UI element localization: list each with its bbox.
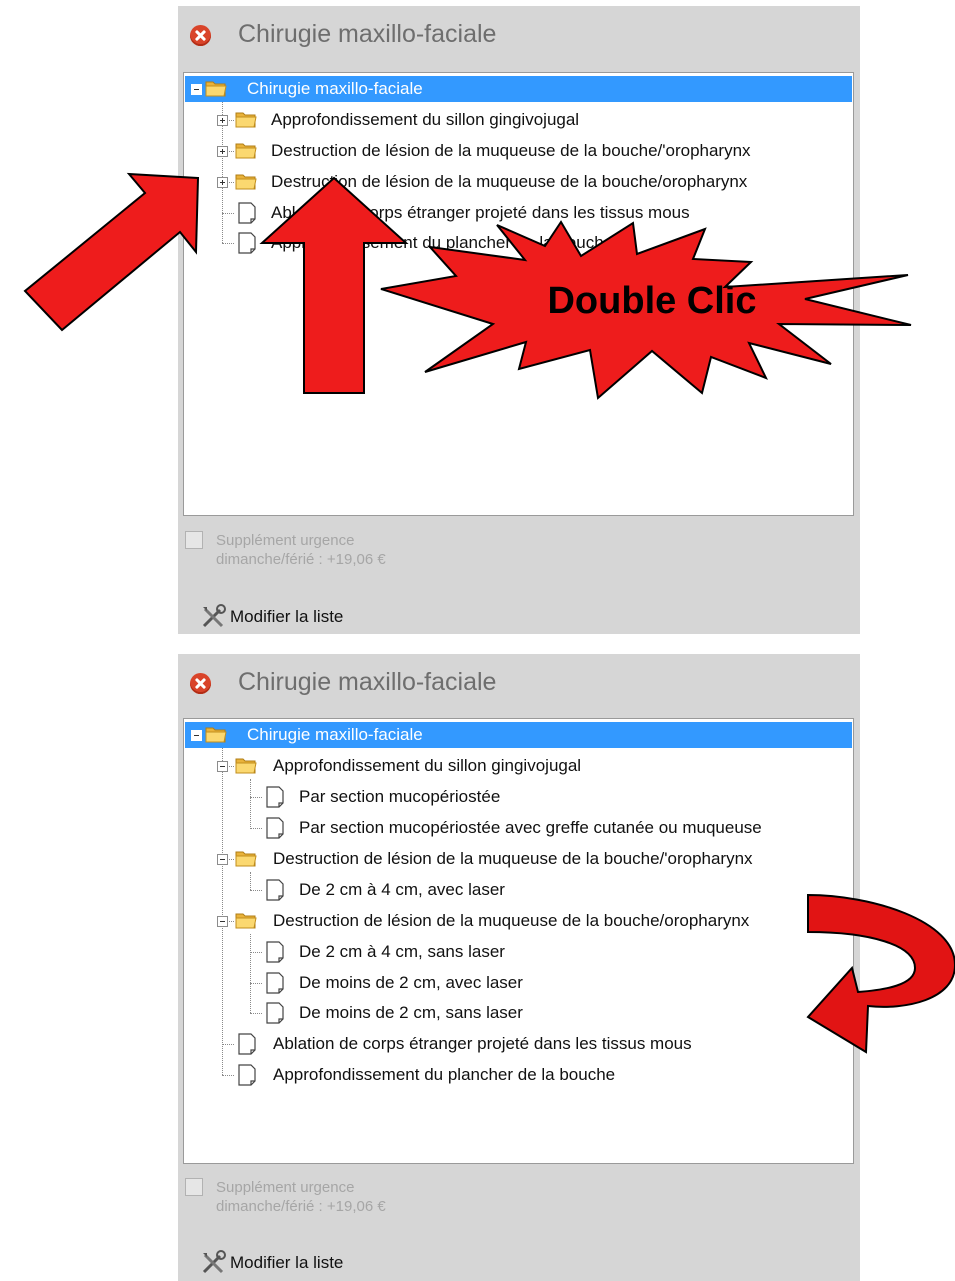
tree-leaf-row[interactable]: De moins de 2 cm, sans laser [185,1000,852,1026]
window-title: Chirugie maxillo-faciale [238,20,497,48]
urgence-line2: dimanche/férié : +19,06 € [216,551,386,568]
tree-root-label: Chirugie maxillo-faciale [247,725,423,744]
tree-leaf-row[interactable]: Ablation de corps étranger projeté dans … [185,1031,852,1057]
document-icon [237,202,257,224]
window-title: Chirugie maxillo-faciale [238,668,497,696]
tools-icon [200,604,228,630]
tree-root-label: Chirugie maxillo-faciale [247,79,423,98]
tree-leaf-row[interactable]: Par section mucopériostée avec greffe cu… [185,815,852,841]
document-icon [237,1033,257,1055]
document-icon [265,817,285,839]
document-icon [265,941,285,963]
collapse-icon[interactable] [217,916,228,927]
urgence-line1: Supplément urgence [216,532,355,549]
folder-open-icon [205,79,227,97]
title-bar: Chirugie maxillo-faciale [178,6,860,66]
tree-folder-row[interactable]: Destruction de lésion de la muqueuse de … [185,846,852,872]
tree-leaf-label: De moins de 2 cm, avec laser [299,973,523,992]
folder-open-icon [235,849,257,867]
expand-icon[interactable] [217,177,228,188]
tree-folder-row[interactable]: Approfondissement du sillon gingivojugal [185,753,852,779]
tree-leaf-row[interactable]: Approfondissement du plancher de la bouc… [185,1062,852,1088]
folder-icon [235,172,257,190]
tree-leaf-row[interactable]: Par section mucopériostée [185,784,852,810]
tree-folder-label: Destruction de lésion de la muqueuse de … [273,849,753,868]
tree-folder-row[interactable]: Approfondissement du sillon gingivojugal [185,107,852,133]
tree-folder-row[interactable]: Destruction de lésion de la muqueuse de … [185,908,852,934]
folder-open-icon [235,911,257,929]
diagonal-red-arrow-icon [23,172,200,332]
collapse-icon[interactable] [217,854,228,865]
document-icon [237,232,257,254]
callout-text: Double Clic [547,280,756,322]
title-bar: Chirugie maxillo-faciale [178,654,860,714]
tree-folder-row[interactable]: Destruction de lésion de la muqueuse de … [185,169,852,195]
folder-icon [235,110,257,128]
tree-leaf-label: Approfondissement du plancher de la bouc… [273,1065,616,1084]
urgence-checkbox[interactable] [185,1178,203,1196]
expand-icon[interactable] [217,115,228,126]
document-icon [265,972,285,994]
tree-leaf-row[interactable]: De 2 cm à 4 cm, sans laser [185,939,852,965]
tree-leaf-label: Par section mucopériostée [299,787,501,806]
tree-leaf-row[interactable]: De 2 cm à 4 cm, avec laser [185,877,852,903]
close-icon[interactable] [190,25,211,46]
modify-list-label: Modifier la liste [230,607,344,626]
tree-folder-row[interactable]: Destruction de lésion de la muqueuse de … [185,138,852,164]
tree-root-row[interactable]: Chirugie maxillo-faciale [185,722,852,748]
tree-folder-label: Approfondissement du sillon gingivojugal [271,110,580,129]
bottom-window-panel: Chirugie maxillo-faciale Chirugie maxill… [178,654,860,1281]
expand-icon[interactable] [217,146,228,157]
tree-folder-label: Approfondissement du sillon gingivojugal [273,756,582,775]
tree-folder-label: Destruction de lésion de la muqueuse de … [271,141,751,160]
document-icon [265,786,285,808]
close-icon[interactable] [190,673,211,694]
document-icon [265,1002,285,1024]
urgence-label: Supplément urgence dimanche/férié : +19,… [216,531,386,569]
collapse-icon[interactable] [191,84,202,95]
tree-view[interactable]: Chirugie maxillo-faciale Approfondisseme… [183,718,854,1164]
document-icon [237,1064,257,1086]
modify-list-label: Modifier la liste [230,1253,344,1272]
urgence-checkbox[interactable] [185,531,203,549]
tree-leaf-label: Par section mucopériostée avec greffe cu… [299,818,762,837]
urgence-line1: Supplément urgence [216,1179,355,1196]
tree-folder-label: Destruction de lésion de la muqueuse de … [273,911,750,930]
tree-leaf-label: De 2 cm à 4 cm, avec laser [299,880,505,899]
urgence-label: Supplément urgence dimanche/férié : +19,… [216,1178,386,1216]
urgence-line2: dimanche/férié : +19,06 € [216,1198,386,1215]
folder-icon [235,141,257,159]
folder-open-icon [205,725,227,743]
tree-root-row[interactable]: Chirugie maxillo-faciale [185,76,852,102]
collapse-icon[interactable] [217,761,228,772]
tools-icon [200,1250,228,1276]
tree-leaf-label: Ablation de corps étranger projeté dans … [273,1034,692,1053]
tree-leaf-row[interactable]: De moins de 2 cm, avec laser [185,970,852,996]
tree-leaf-label: De moins de 2 cm, sans laser [299,1003,523,1022]
document-icon [265,879,285,901]
collapse-icon[interactable] [191,730,202,741]
folder-open-icon [235,756,257,774]
tree-leaf-label: De 2 cm à 4 cm, sans laser [299,942,505,961]
